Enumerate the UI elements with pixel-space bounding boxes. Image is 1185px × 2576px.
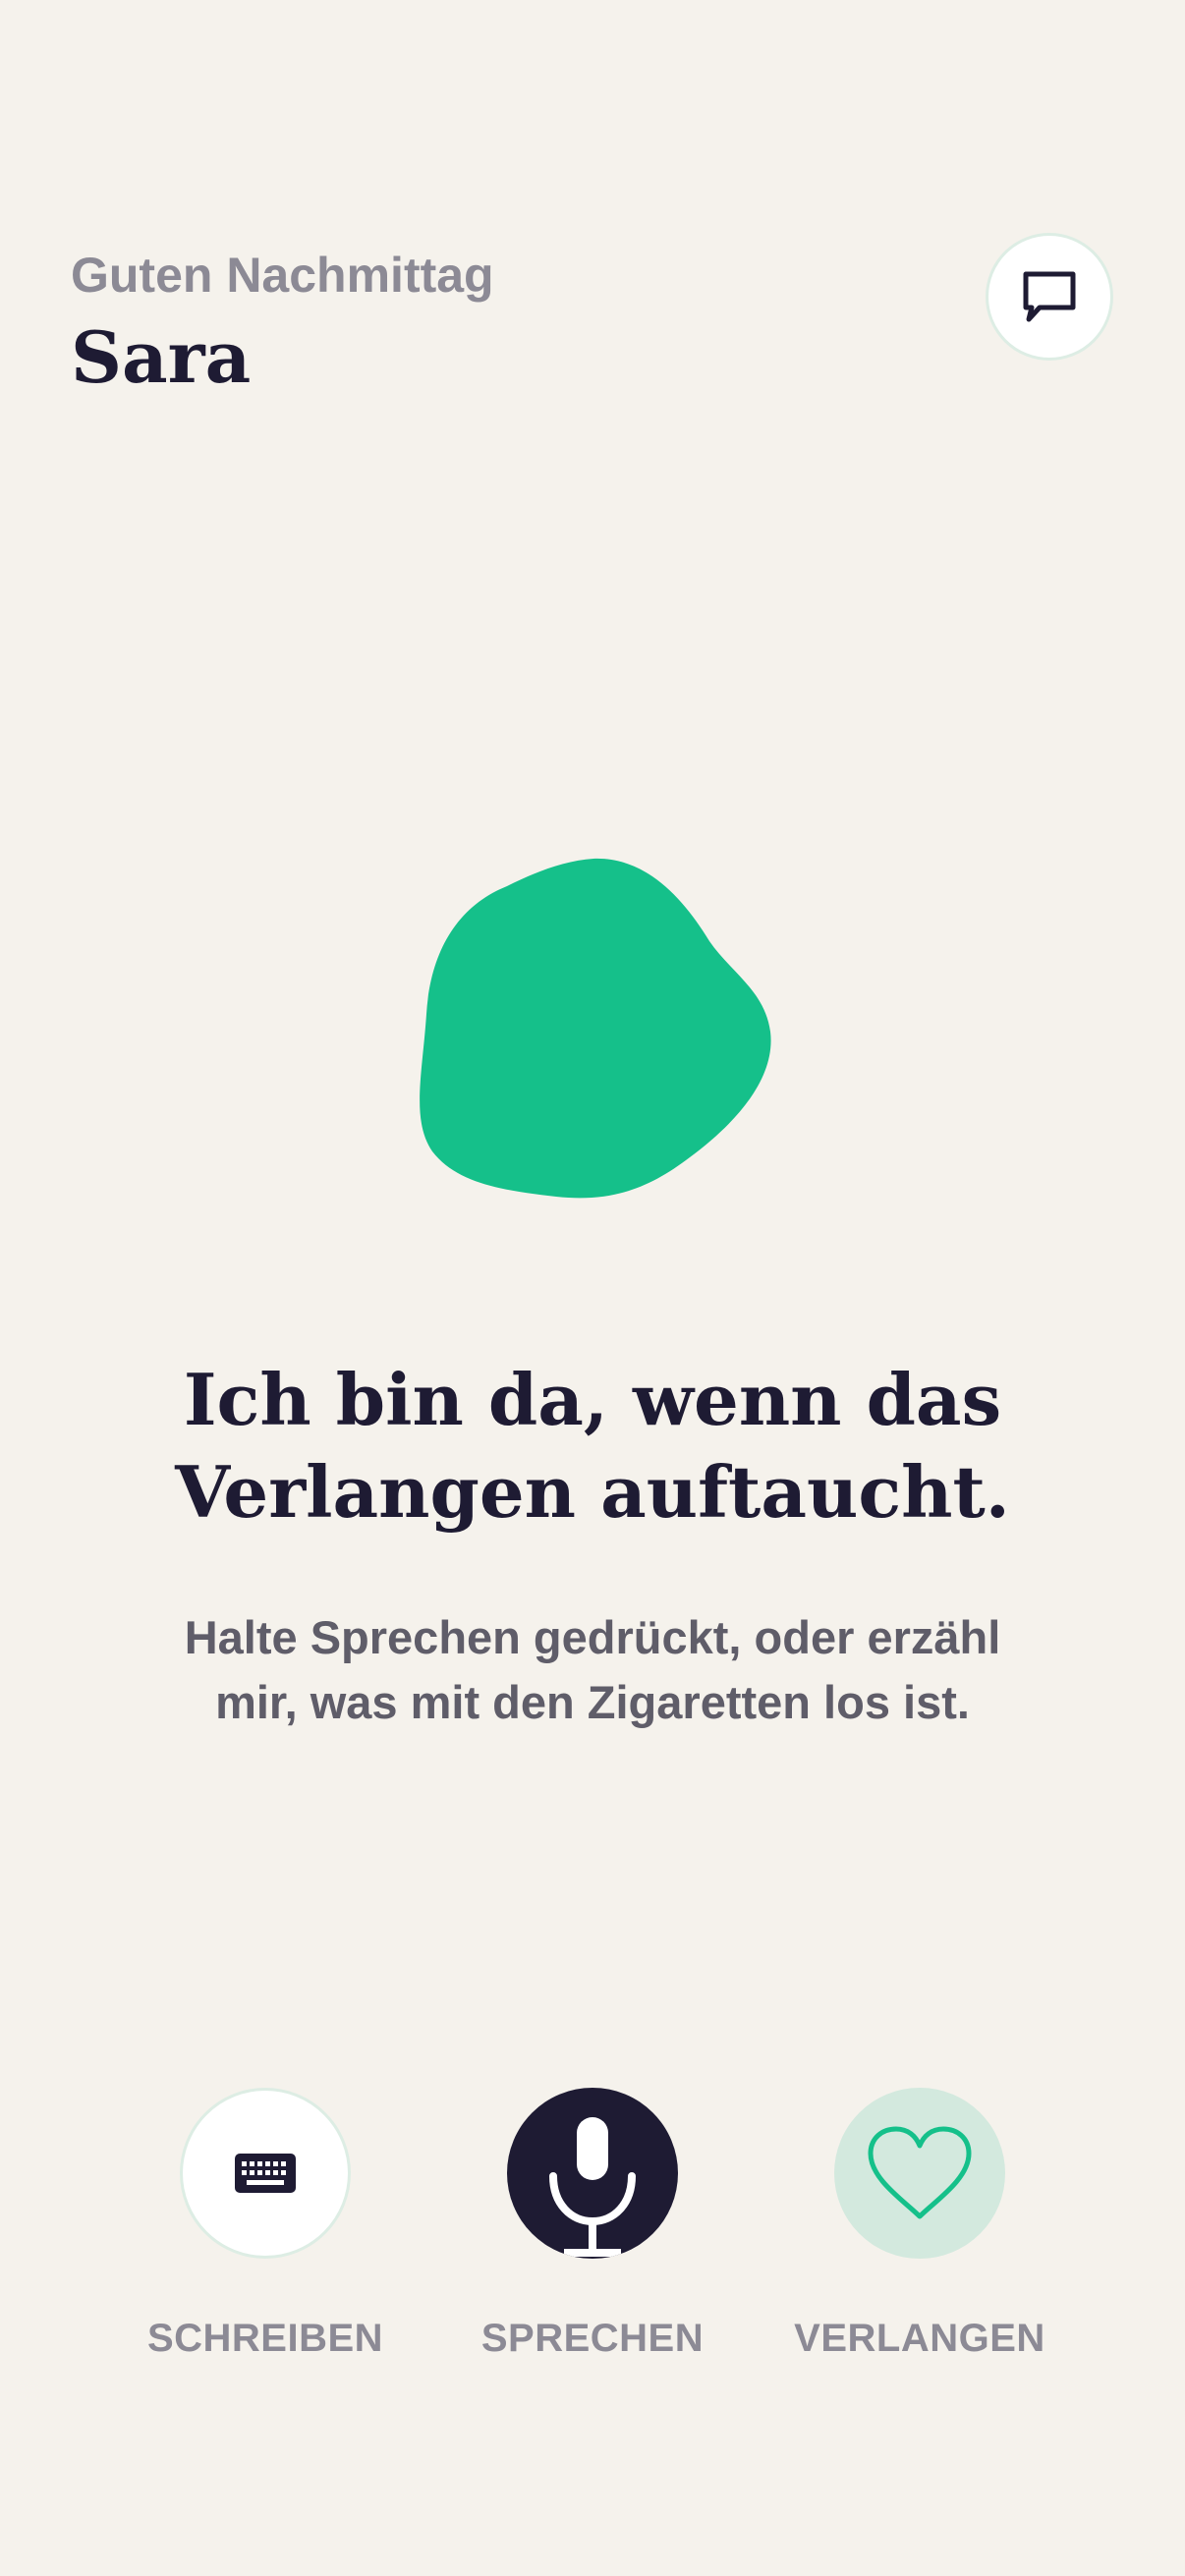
user-name: Sara: [71, 315, 252, 399]
breathing-orb: [420, 858, 771, 1199]
greeting-text: Guten Nachmittag: [71, 248, 494, 303]
heart-icon: [868, 2126, 972, 2219]
write-action[interactable]: SCHREIBEN: [118, 2088, 413, 2361]
craving-action[interactable]: VERLANGEN: [772, 2088, 1067, 2361]
subline: Halte Sprechen gedrückt, oder erzähl mir…: [98, 1605, 1087, 1735]
craving-label: VERLANGEN: [794, 2317, 1045, 2360]
write-label: SCHREIBEN: [146, 2317, 384, 2360]
speak-action[interactable]: SPRECHEN: [445, 2088, 740, 2361]
craving-button[interactable]: [834, 2088, 1005, 2259]
subline-line-2: mir, was mit den Zigaretten los ist.: [215, 1676, 970, 1728]
speech-bubble-icon: [1023, 271, 1076, 322]
subline-line-1: Halte Sprechen gedrückt, oder erzähl: [184, 1611, 1001, 1663]
speak-button[interactable]: [507, 2088, 678, 2259]
headline-line-1: Ich bin da, wenn das: [183, 1358, 1002, 1441]
chat-history-button[interactable]: [986, 233, 1113, 361]
microphone-icon: [549, 2117, 636, 2257]
write-button[interactable]: [180, 2088, 351, 2259]
headline: Ich bin da, wenn das Verlangen auftaucht…: [0, 1354, 1185, 1539]
headline-line-2: Verlangen auftaucht.: [175, 1450, 1010, 1534]
keyboard-icon: [235, 2154, 296, 2193]
speak-label: SPRECHEN: [480, 2317, 705, 2360]
